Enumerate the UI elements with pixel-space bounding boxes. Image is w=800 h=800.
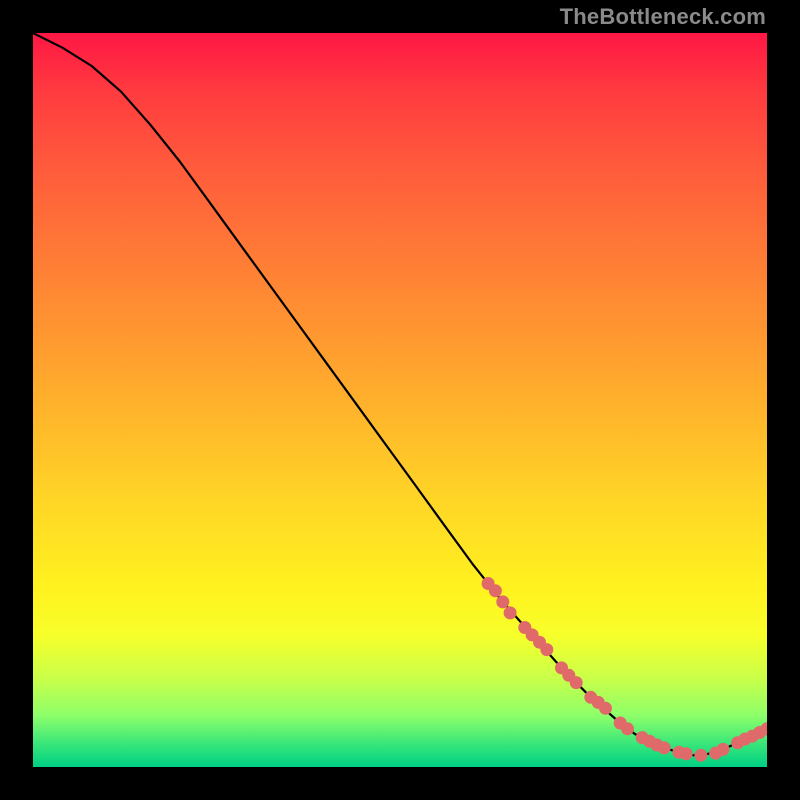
watermark-label: TheBottleneck.com	[560, 4, 766, 30]
bottleneck-curve	[33, 33, 767, 767]
curve-path	[33, 33, 767, 755]
data-dot	[621, 722, 634, 735]
data-dot	[570, 676, 583, 689]
data-dot	[717, 743, 730, 756]
data-dot	[658, 741, 671, 754]
data-dot	[489, 584, 502, 597]
data-dot	[540, 643, 553, 656]
data-dot	[504, 606, 517, 619]
data-dot	[680, 747, 693, 760]
data-dot	[599, 702, 612, 715]
data-dot	[694, 749, 707, 762]
chart-stage: TheBottleneck.com	[0, 0, 800, 800]
plot-area	[33, 33, 767, 767]
data-dot	[496, 595, 509, 608]
